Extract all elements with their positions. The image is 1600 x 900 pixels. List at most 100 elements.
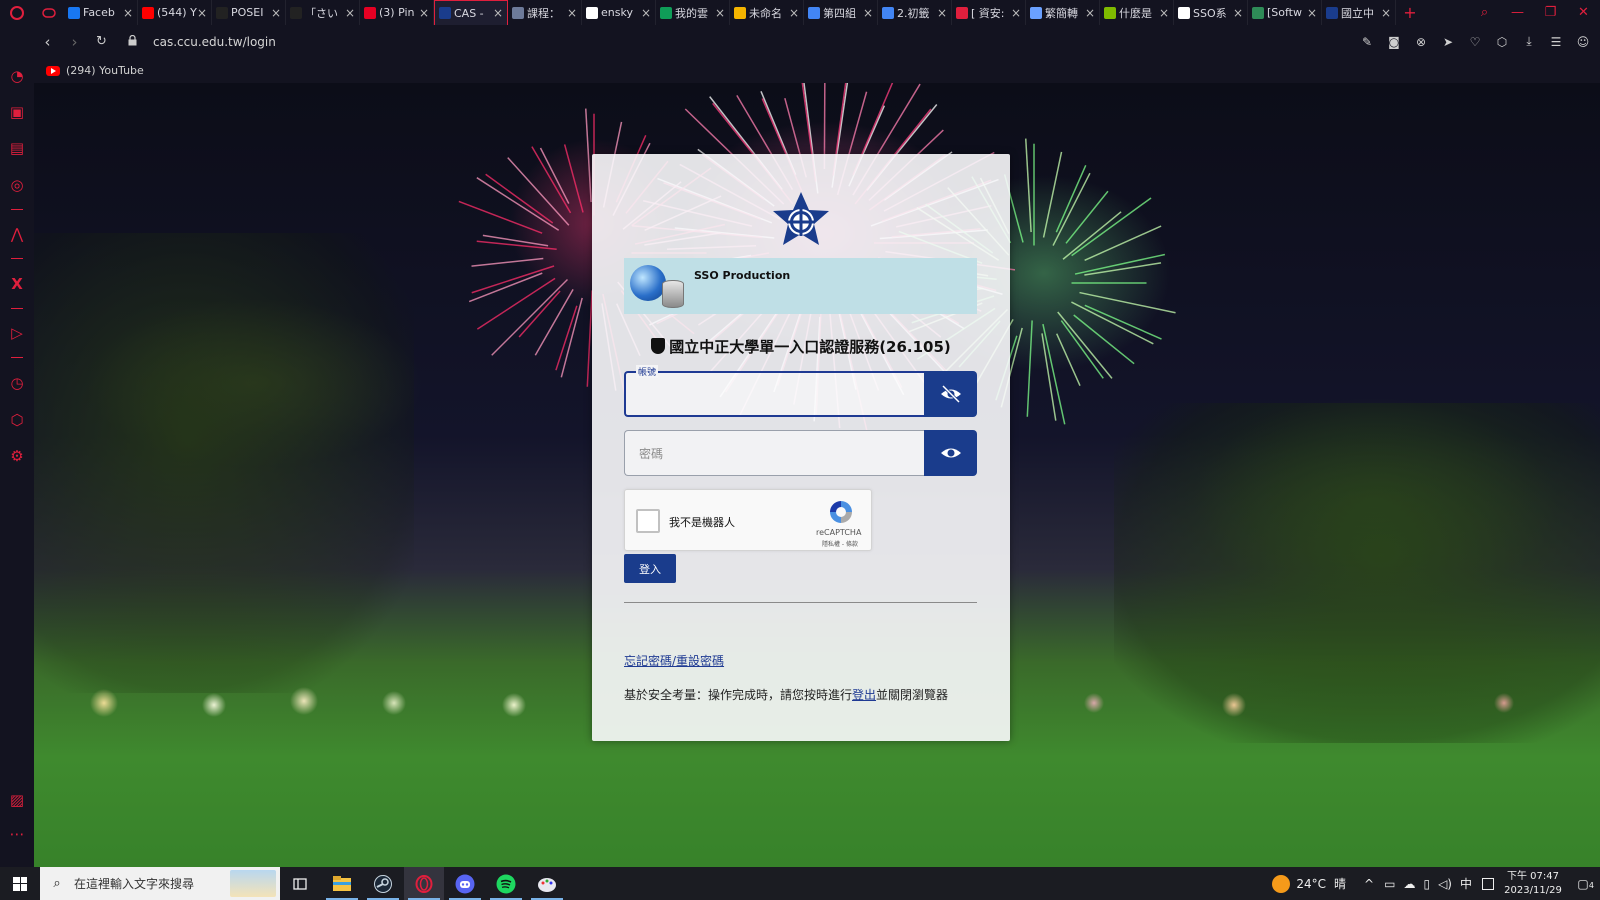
close-tab-icon[interactable]: × [937,6,947,20]
close-tab-icon[interactable]: × [567,6,577,20]
browser-tab[interactable]: 我的雲 × [656,0,730,25]
browser-tab[interactable]: 未命名 × [730,0,804,25]
player-icon[interactable]: ▷ [0,324,34,342]
browser-tab[interactable]: CAS - × [434,0,508,25]
recaptcha-checkbox[interactable] [636,509,660,533]
logout-link[interactable]: 登出 [852,688,876,702]
close-tab-icon[interactable]: × [123,6,133,20]
chevron-up-icon[interactable]: ^ [1364,877,1374,891]
task-view-icon[interactable] [280,867,320,900]
history-icon[interactable]: ◷ [0,374,34,392]
weather-desc[interactable]: 晴 [1334,875,1346,892]
vivaldi-icon[interactable]: ⋀ [0,225,34,243]
spotify-icon[interactable] [486,867,526,900]
settings-gear-icon[interactable]: ⚙ [0,447,34,465]
browser-tab[interactable]: 什麼是 × [1100,0,1174,25]
login-button[interactable]: 登入 [624,554,676,583]
forgot-password-link[interactable]: 忘記密碼/重設密碼 [624,652,724,669]
browser-tab[interactable]: POSEI × [212,0,286,25]
steam-icon[interactable] [363,867,403,900]
browser-tab[interactable]: 課程： × [508,0,582,25]
back-button[interactable]: ‹ [34,33,61,51]
speed-dial-icon[interactable]: ◔ [0,67,34,85]
lock-icon[interactable] [125,34,139,49]
minimize-button[interactable]: — [1501,5,1534,20]
reload-button[interactable]: ↻ [88,34,115,49]
close-tab-icon[interactable]: × [493,6,503,20]
shopping-bag-icon[interactable]: ▣ [0,103,34,121]
camera-icon[interactable]: ◙ [1383,35,1405,49]
heart-icon[interactable]: ♡ [1464,35,1486,49]
browser-tab[interactable]: 國立中 × [1322,0,1396,25]
recaptcha-links[interactable]: 隱私權 - 條款 [822,539,858,548]
close-tab-icon[interactable]: × [419,6,429,20]
close-tab-icon[interactable]: × [1159,6,1169,20]
forward-button[interactable]: › [61,33,88,51]
restore-button[interactable]: ❐ [1534,5,1567,20]
instagram-icon[interactable]: ◎ [0,176,34,194]
close-tab-icon[interactable]: × [345,6,355,20]
opera-gx-taskbar-icon[interactable] [404,867,444,900]
browser-tab[interactable]: SSO系 × [1174,0,1248,25]
input-mode-icon[interactable] [1482,877,1494,890]
weather-icon[interactable] [1272,874,1291,893]
new-tab-button[interactable]: + [1396,3,1424,22]
notification-center-icon[interactable]: ▢ 4 [1566,877,1600,891]
edit-icon[interactable]: ✎ [1356,35,1378,49]
close-tab-icon[interactable]: × [641,6,651,20]
close-tab-icon[interactable]: × [1233,6,1243,20]
close-tab-icon[interactable]: × [863,6,873,20]
password-field[interactable]: 密碼 [624,430,924,476]
browser-tab[interactable]: 第四組 × [804,0,878,25]
onedrive-icon[interactable]: ☁ [1403,877,1415,891]
account-input[interactable] [626,373,924,415]
browser-tab[interactable]: [ 資安: × [952,0,1026,25]
close-tab-icon[interactable]: × [271,6,281,20]
browser-tab[interactable]: (544) Y × [138,0,212,25]
browser-tab[interactable]: [Softw × [1248,0,1322,25]
clock[interactable]: 下午 07:47 2023/11/29 [1500,870,1566,898]
url-field[interactable]: cas.ccu.edu.tw/login [153,35,276,49]
twitch-icon[interactable]: ▤ [0,139,34,157]
gallery-icon[interactable]: ▨ [0,791,34,809]
browser-tab[interactable]: ensky × [582,0,656,25]
adblock-icon[interactable]: ⊗ [1410,35,1432,49]
close-tab-icon[interactable]: × [789,6,799,20]
profile-icon[interactable]: ☺ [1572,35,1594,49]
browser-tab[interactable]: 2.初籤 × [878,0,952,25]
password-input[interactable] [625,431,924,475]
discord-icon[interactable] [445,867,485,900]
extensions-icon[interactable]: ⬡ [1491,35,1513,49]
search-tabs-icon[interactable]: ⌕ [1468,5,1501,20]
start-button[interactable] [0,867,40,900]
network-icon[interactable]: ▯ [1423,877,1430,891]
browser-tab[interactable]: 繁簡轉 × [1026,0,1100,25]
close-tab-icon[interactable]: × [197,6,207,20]
browser-tab[interactable]: (3) Pin × [360,0,434,25]
bookmark-youtube[interactable]: (294) YouTube [46,64,144,77]
account-field[interactable]: 帳號 [624,365,924,417]
close-tab-icon[interactable]: × [1307,6,1317,20]
toggle-password-visibility-button[interactable] [924,430,977,476]
easy-setup-icon[interactable]: ☰ [1545,35,1567,49]
browser-tab[interactable]: 「さい × [286,0,360,25]
paint-brush-app-icon[interactable] [527,867,567,900]
opera-menu-icon[interactable] [0,0,34,25]
cube-icon[interactable]: ⬡ [0,411,34,429]
close-tab-icon[interactable]: × [1381,6,1391,20]
gamepad-icon[interactable] [34,0,64,25]
weather-temp[interactable]: 24°C [1296,877,1326,891]
toggle-account-visibility-button[interactable] [924,371,977,417]
meet-now-icon[interactable]: ▭ [1384,877,1395,891]
download-icon[interactable]: ⤓ [1518,34,1540,49]
ime-indicator[interactable]: 中 [1460,875,1472,892]
close-tab-icon[interactable]: × [1085,6,1095,20]
file-explorer-icon[interactable] [322,867,362,900]
browser-tab[interactable]: Faceb × [64,0,138,25]
close-window-button[interactable]: ✕ [1567,5,1600,20]
more-icon[interactable]: ⋯ [0,825,34,843]
volume-icon[interactable]: ◁) [1438,877,1452,891]
close-tab-icon[interactable]: × [1011,6,1021,20]
taskbar-search[interactable]: ⌕ 在這裡輸入文字來搜尋 [40,867,280,900]
close-tab-icon[interactable]: × [715,6,725,20]
